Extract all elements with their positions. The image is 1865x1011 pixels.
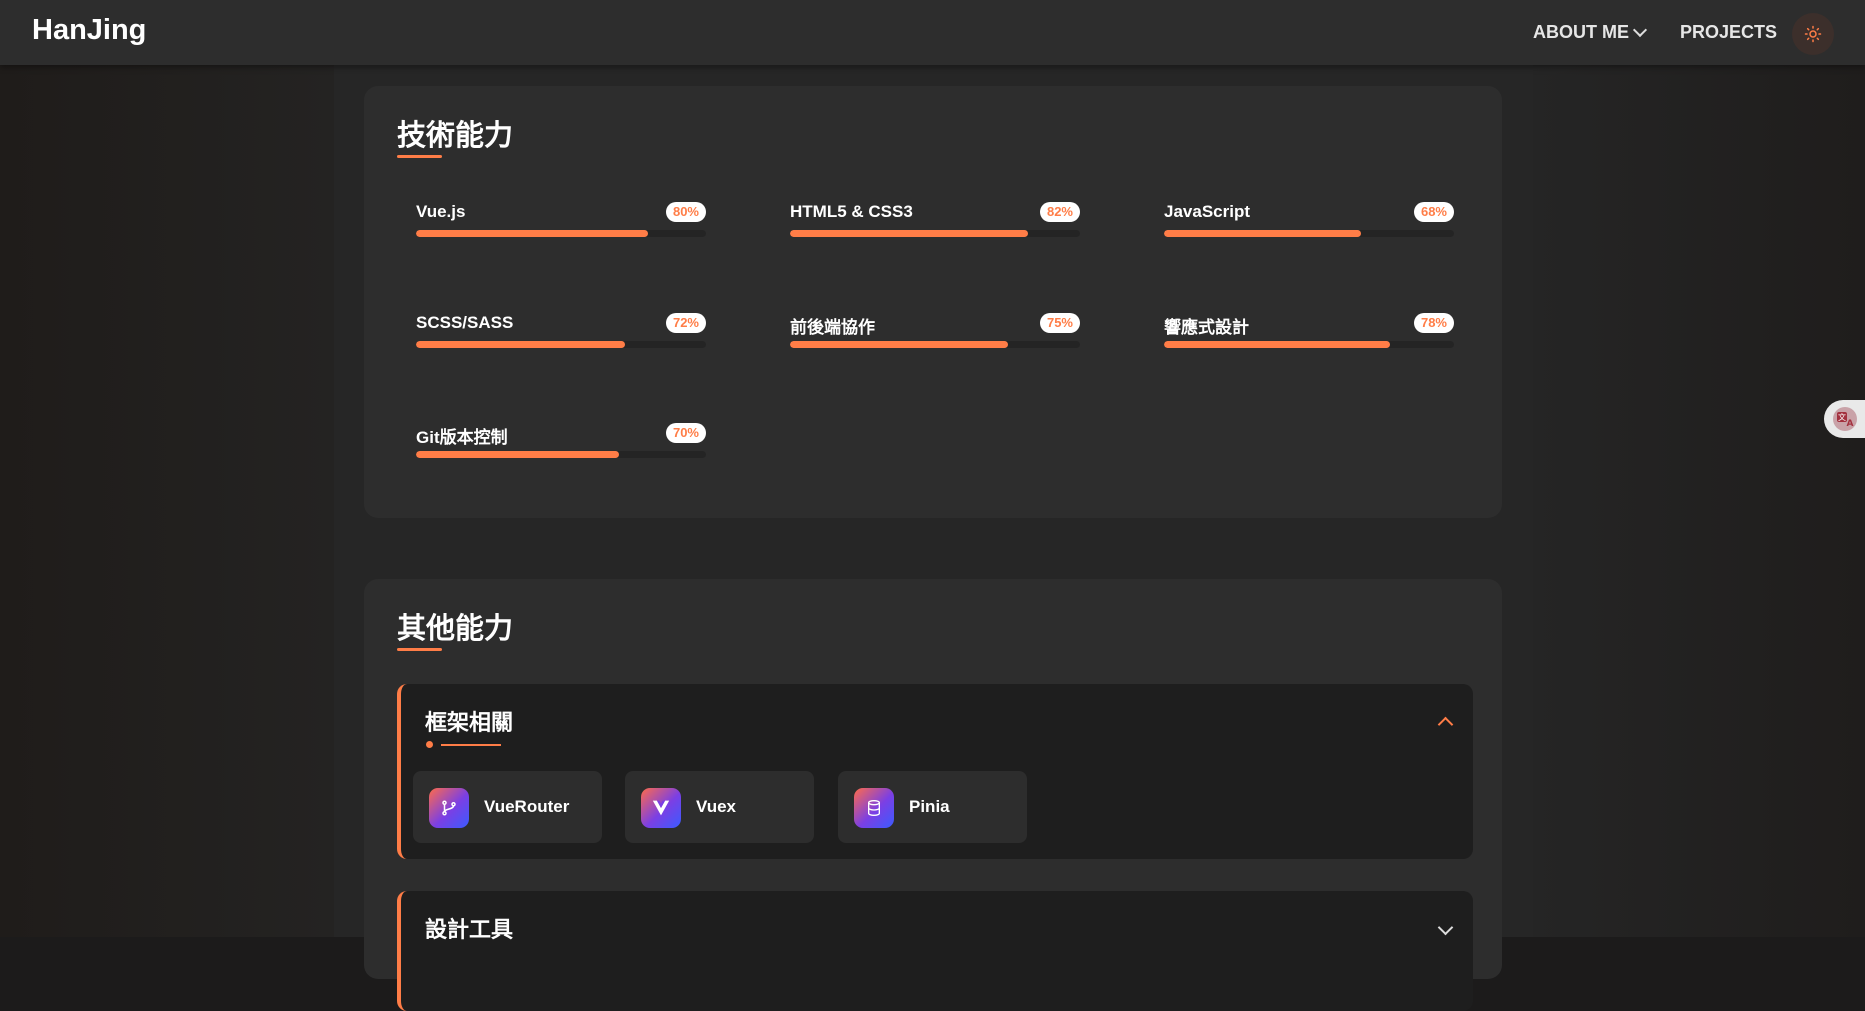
tool-card-pinia[interactable]: Pinia [838,771,1027,843]
skill-percent-badge: 68% [1413,202,1454,222]
skill-progress-track [1164,341,1454,348]
skill-percent-badge: 78% [1413,313,1454,333]
tool-card-vuerouter[interactable]: VueRouter [413,771,602,843]
skill-percent-badge: 75% [1039,313,1080,333]
skill-progress-track [790,341,1080,348]
database-icon [854,788,894,828]
tool-label: Vuex [696,797,737,816]
category-design-tools: 設計工具 [397,891,1473,1011]
skill-progress-fill [1164,230,1362,237]
skill-name: 前後端協作 [790,318,875,337]
translate-icon: 文 A [1833,407,1857,431]
skill-name: Git版本控制 [416,428,508,447]
skill-name: HTML5 & CSS3 [790,202,913,221]
nav-about-me[interactable]: ABOUT ME [1533,22,1648,43]
skill-item: JavaScript 68% [1164,202,1454,247]
category-frameworks: 框架相關 VueRouter Vuex Pinia [397,684,1473,859]
other-section-title: 其他能力 [397,613,514,645]
nav-projects[interactable]: PROJECTS [1680,22,1777,43]
skill-percent-badge: 80% [665,202,706,222]
tech-section-title: 技術能力 [397,120,514,152]
skill-name: 響應式設計 [1164,318,1249,337]
skill-percent-badge: 70% [665,423,706,443]
skill-progress-fill [1164,341,1391,348]
other-skills-card: 其他能力 框架相關 VueRouter Vuex Pinia 設計工具 [364,579,1502,1011]
skill-item: 前後端協作 75% [790,313,1080,358]
skill-percent-badge: 82% [1039,202,1080,222]
site-logo[interactable]: HanJing [32,14,146,47]
title-underline [397,648,442,651]
tool-card-vuex[interactable]: Vuex [625,771,814,843]
skill-name: JavaScript [1164,202,1250,221]
sun-icon [1804,25,1822,43]
skill-name: SCSS/SASS [416,313,514,332]
title-underline [397,155,442,158]
skill-item: Git版本控制 70% [416,423,706,468]
skill-item: Vue.js 80% [416,202,706,247]
nav-about-label: ABOUT ME [1533,22,1629,42]
chevron-up-icon[interactable] [1437,716,1454,733]
skill-progress-track [1164,230,1454,237]
theme-toggle-button[interactable] [1792,13,1834,55]
category-underline [441,744,501,746]
skill-progress-fill [790,341,1008,348]
skill-name: Vue.js [416,202,466,221]
category-title[interactable]: 框架相關 [425,705,513,737]
page-background-right [1533,0,1865,937]
skill-item: HTML5 & CSS3 82% [790,202,1080,247]
page-background-left [0,0,334,937]
skill-progress-track [790,230,1080,237]
skill-progress-fill [416,451,619,458]
skill-progress-track [416,230,706,237]
top-navbar: HanJing ABOUT ME PROJECTS [0,0,1865,65]
vue-logo-icon [641,788,681,828]
tech-skills-card: 技術能力 Vue.js 80% HTML5 & CSS3 82% JavaScr… [364,86,1502,518]
category-dot [426,741,433,748]
skill-item: SCSS/SASS 72% [416,313,706,358]
skill-progress-track [416,341,706,348]
skill-percent-badge: 72% [665,313,706,333]
git-branch-icon [429,788,469,828]
chevron-down-icon[interactable] [1437,919,1454,936]
skill-item: 響應式設計 78% [1164,313,1454,358]
skill-progress-fill [416,341,625,348]
svg-text:文: 文 [1838,412,1846,422]
skill-progress-fill [416,230,648,237]
chevron-down-icon [1632,22,1648,38]
tool-label: Pinia [909,797,950,816]
translate-widget[interactable]: 文 A [1824,400,1865,438]
skill-progress-track [416,451,706,458]
tool-label: VueRouter [484,797,570,816]
category-title[interactable]: 設計工具 [425,912,513,944]
svg-text:A: A [1847,419,1854,429]
skill-progress-fill [790,230,1028,237]
